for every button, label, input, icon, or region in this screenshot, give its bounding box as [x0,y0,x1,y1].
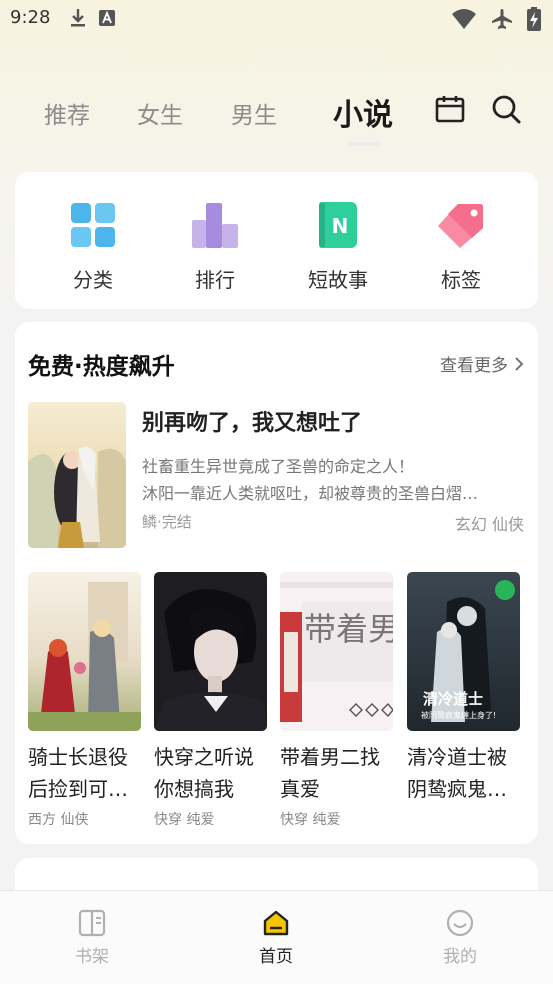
moon-accent-icon [387,118,402,132]
top-nav: 推荐 女生 男生 小说 [0,88,553,148]
bar-chart-icon [192,203,238,248]
cover-title-text: 清冷道士 [423,690,483,708]
featured-desc-line: 沐阳一靠近人类就呕吐，却被尊贵的圣兽白熠… [142,484,479,503]
chevron-right-icon [515,356,524,371]
book-title: 清冷道士被阴鸷疯鬼… [407,745,507,801]
featured-book-tags: 玄幻 仙侠 [454,515,524,534]
wifi-icon [452,9,476,29]
book-item[interactable]: 带着男 带着男二找真爱 快穿 纯爱 [280,572,393,829]
category-ranking[interactable]: 排行 [165,200,265,293]
tab-male[interactable]: 男生 [231,96,277,130]
free-hot-section: 免费·热度飙升 查看更多 别再吻了，我又想吐了 社畜重生异世竟成了圣兽的命定之人… [15,322,538,844]
bookshelf-icon [78,909,106,937]
book-title: 快穿之听说你想搞我 [154,745,254,801]
cover-subtitle-text: 被阴鸷疯鬼缠上身了! [421,710,496,720]
category-tags[interactable]: 标签 [411,200,511,293]
n-book-icon: N [319,202,357,248]
bottom-nav-label: 首页 [259,947,293,967]
book-title: 带着男二找真爱 [280,745,380,801]
status-bar: 9:28 [0,0,553,40]
book-item[interactable]: 骑士长退役后捡到可… 西方 仙侠 [28,572,141,829]
bottom-nav-home[interactable]: 首页 [236,909,316,967]
section-title: 免费·热度飙升 [28,354,175,380]
see-more-label: 查看更多 [440,356,508,376]
tab-novel[interactable]: 小说 [333,90,393,134]
home-icon [263,910,289,936]
status-left-icons [70,8,116,28]
calendar-icon[interactable] [435,94,465,124]
tab-female[interactable]: 女生 [137,96,183,130]
featured-desc-line: 社畜重生异世竟成了圣兽的命定之人！ [142,457,415,476]
bottom-nav-bookshelf[interactable]: 书架 [52,909,132,967]
category-label: 排行 [195,268,235,292]
grid-icon [71,203,115,247]
book-cover: 带着男 [280,572,393,731]
see-more-link[interactable]: 查看更多 [440,351,524,376]
download-icon [71,9,85,27]
airplane-icon [492,9,512,29]
book-item[interactable]: 清冷道士 被阴鸷疯鬼缠上身了! 清冷道士被阴鸷疯鬼… [407,572,520,809]
bottom-nav-label: 我的 [443,947,477,967]
book-item[interactable]: 快穿之听说你想搞我 快穿 纯爱 [154,572,267,829]
book-cover [28,572,141,731]
featured-book-cover[interactable] [28,402,126,548]
book-title: 骑士长退役后捡到可… [28,745,128,801]
tag-icon [438,204,483,248]
bottom-nav-label: 书架 [75,947,109,967]
featured-book-title[interactable]: 别再吻了，我又想吐了 [142,405,362,437]
book-tags: 快穿 纯爱 [154,812,215,828]
category-classify[interactable]: 分类 [43,200,143,293]
book-cover: 清冷道士 被阴鸷疯鬼缠上身了! [407,572,520,731]
featured-book-author: 鳞·完结 [142,513,192,531]
svg-text:N: N [332,214,349,238]
tab-recommend[interactable]: 推荐 [44,96,90,130]
bottom-nav-mine[interactable]: 我的 [420,909,500,967]
category-label: 标签 [441,268,481,292]
category-label: 短故事 [308,268,368,292]
bottom-nav: 书架 首页 我的 [0,890,553,984]
category-card: 分类 排行 N 短故事 标签 [15,172,538,309]
book-tags: 西方 仙侠 [28,812,89,828]
category-short-story[interactable]: N 短故事 [288,200,388,293]
status-time: 9:28 [10,7,51,28]
cover-title-text: 带着男 [304,610,393,648]
battery-charging-icon [527,7,541,31]
font-icon [99,10,115,26]
search-icon[interactable] [491,94,521,124]
status-right-icons [451,7,541,31]
tab-indicator [348,142,382,146]
smile-icon [446,909,474,937]
featured-book-desc: 社畜重生异世竟成了圣兽的命定之人！ 沐阳一靠近人类就呕吐，却被尊贵的圣兽白熠… [142,453,525,507]
category-label: 分类 [73,268,113,292]
book-tags: 快穿 纯爱 [280,812,341,828]
book-cover [154,572,267,731]
